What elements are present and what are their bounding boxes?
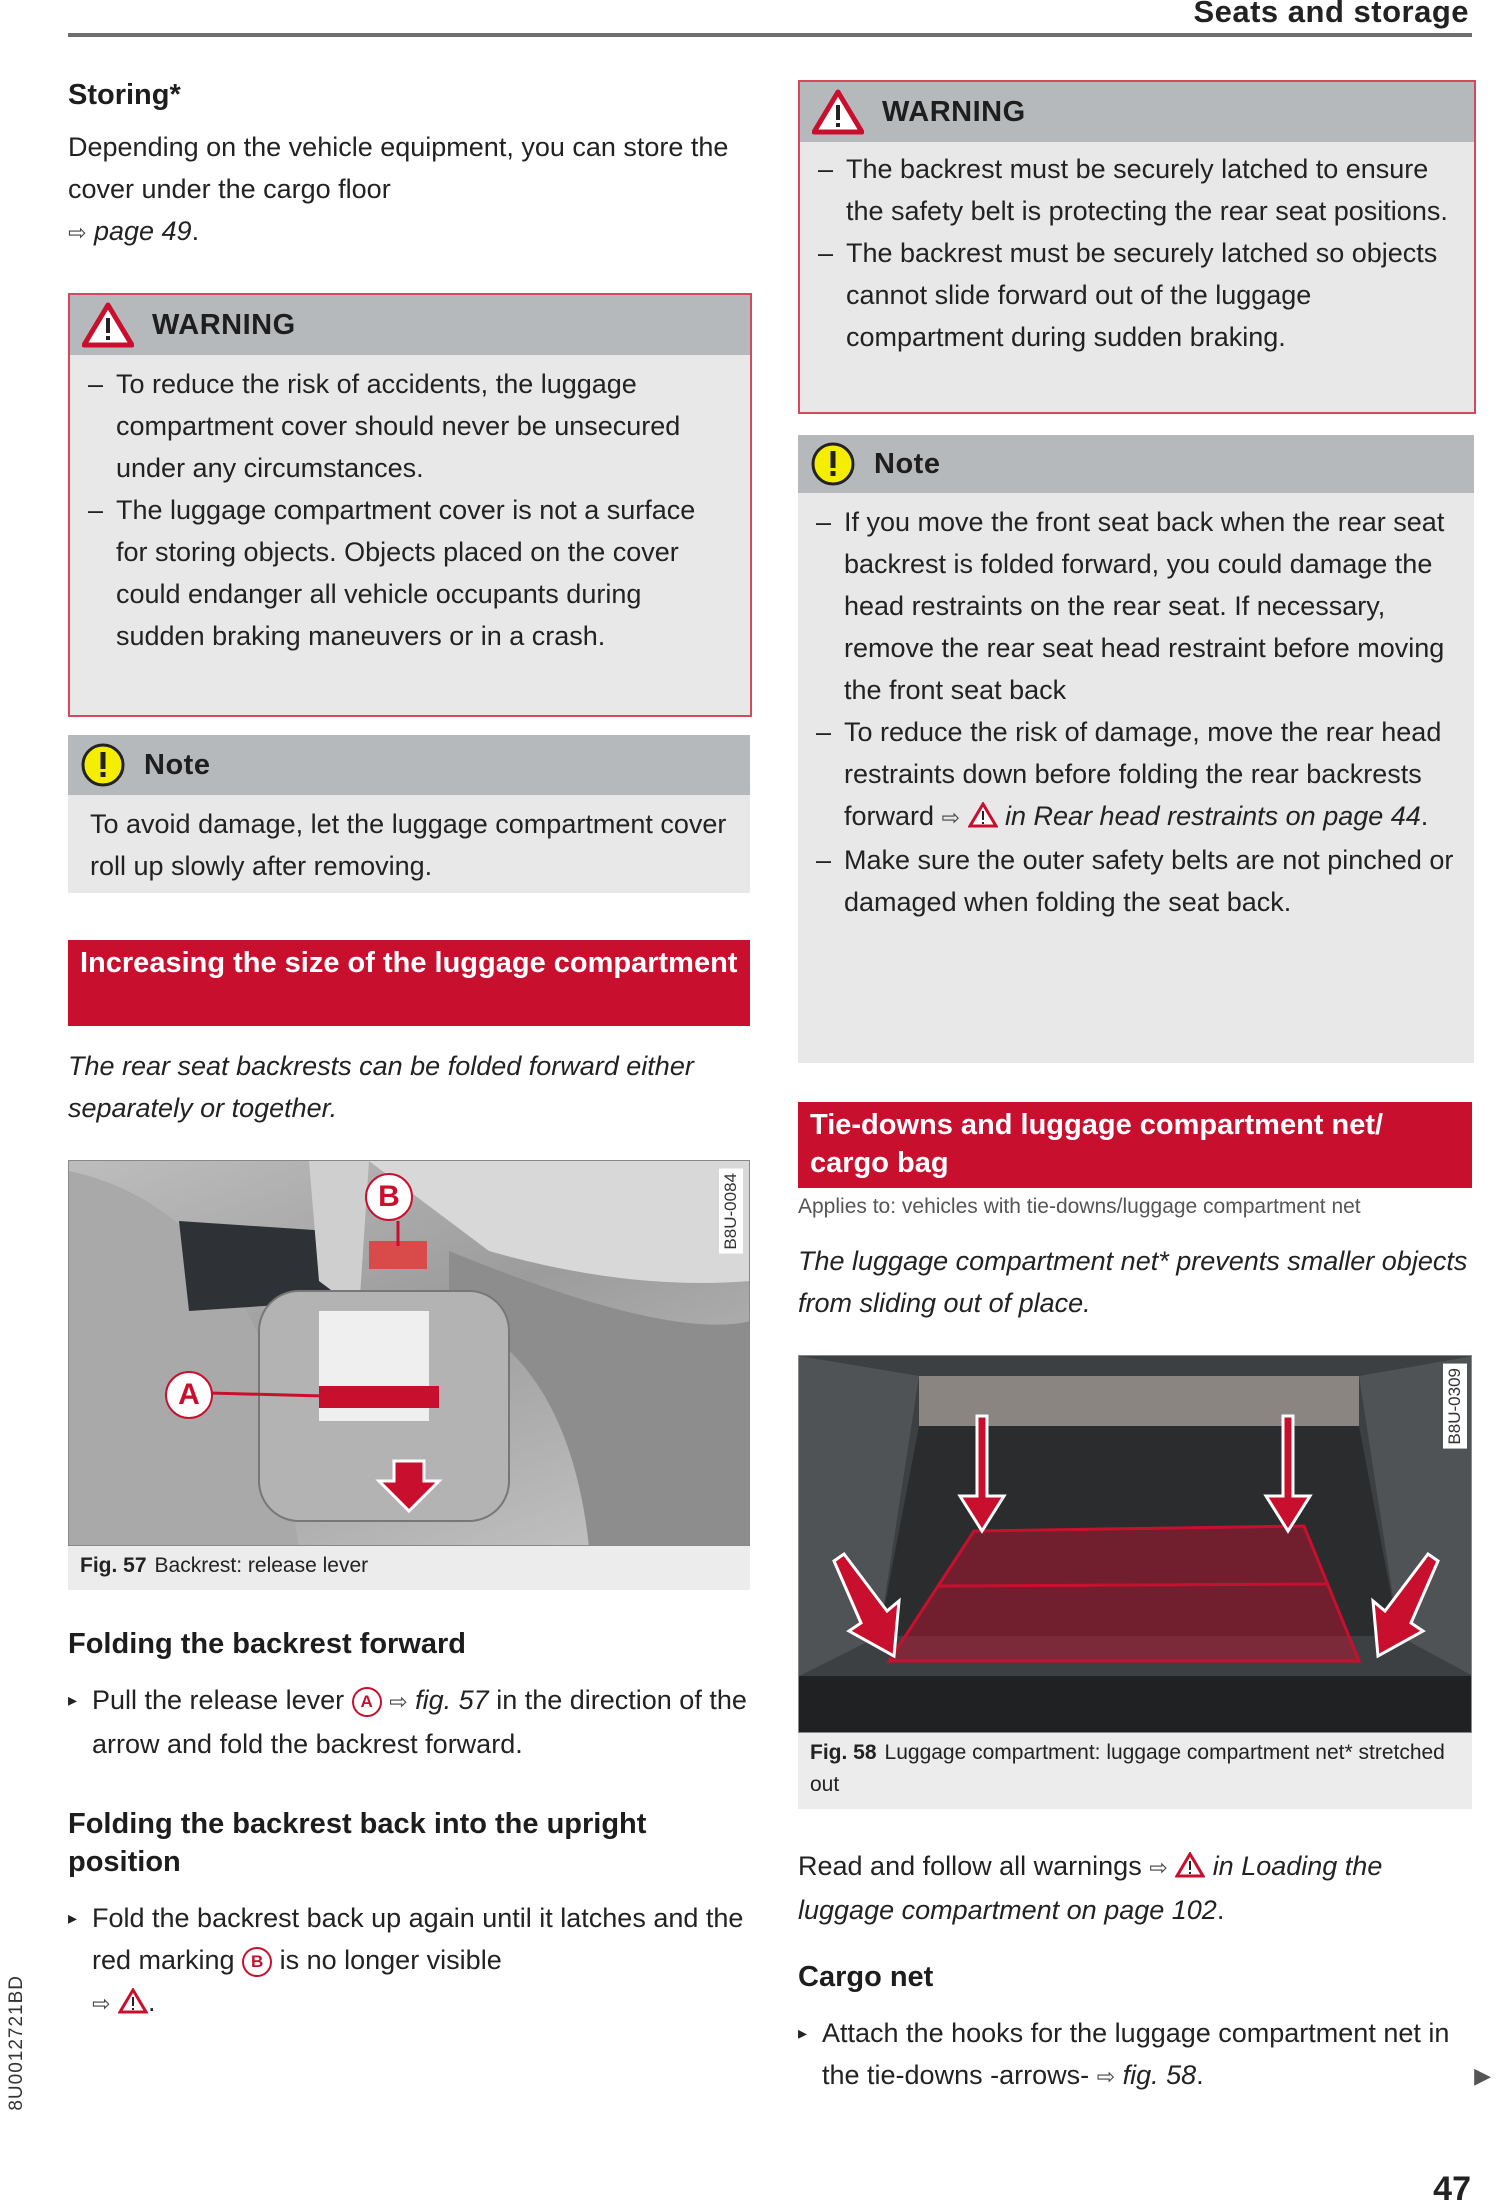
note-item: Make sure the outer safety belts are not…	[816, 839, 1454, 923]
note-box: Note To avoid damage, let the luggage co…	[68, 735, 750, 893]
note-label: Note	[874, 447, 941, 480]
step-bullet-icon: ▸	[798, 2023, 808, 2043]
step-bullet-icon: ▸	[68, 1690, 78, 1710]
fold-forward-step: ▸ Pull the release lever A ⇨ fig. 57 in …	[68, 1679, 748, 1765]
xref-arrow-icon: ⇨	[941, 805, 960, 830]
fold-back-section: Folding the backrest back into the uprig…	[68, 1805, 748, 2025]
xref-arrow-icon: ⇨	[92, 1991, 111, 2016]
section-intro: The luggage compartment net* prevents sm…	[798, 1246, 1468, 1318]
running-header: Seats and storage	[1193, 0, 1469, 29]
storing-section: Storing* Depending on the vehicle equipm…	[68, 76, 742, 254]
warning-label: WARNING	[152, 308, 296, 341]
warning-header: WARNING	[800, 82, 1474, 142]
fold-forward-heading: Folding the backrest forward	[68, 1628, 466, 1660]
cargo-net-illustration	[799, 1356, 1471, 1732]
warning-item: The backrest must be securely latched so…	[818, 232, 1454, 358]
cargo-net-section: Cargo net ▸ Attach the hooks for the lug…	[798, 1958, 1472, 2098]
figure-58-caption: Fig. 58 Luggage compartment: luggage comp…	[798, 1733, 1472, 1809]
warning-triangle-icon	[82, 302, 134, 348]
read-follow-text: Read and follow all warnings ⇨ in Loadin…	[798, 1851, 1383, 1925]
warning-item: The luggage compartment cover is not a s…	[88, 489, 730, 657]
fold-back-heading: Folding the backrest back into the uprig…	[68, 1808, 647, 1878]
figure-code: B8U-0309	[1443, 1364, 1467, 1449]
fold-back-step: ▸ Fold the backrest back up again until …	[68, 1897, 748, 2025]
xref-link[interactable]: page 49	[94, 216, 192, 246]
cargo-net-step: ▸ Attach the hooks for the luggage compa…	[798, 2012, 1472, 2098]
warning-link-icon[interactable]	[967, 802, 998, 828]
figure-57-caption: Fig. 57 Backrest: release lever	[68, 1546, 750, 1590]
continue-arrow-icon: ▶	[1474, 2063, 1491, 2088]
figure-58-image: B8U-0309	[798, 1355, 1472, 1733]
note-exclamation-icon	[81, 743, 125, 787]
warning-triangle-icon	[812, 89, 864, 135]
callout-b: B	[365, 1173, 413, 1221]
figure-code: B8U-0084	[719, 1169, 743, 1254]
fold-forward-section: Folding the backrest forward ▸ Pull the …	[68, 1625, 748, 1765]
xref-arrow-icon: ⇨	[1096, 2064, 1116, 2089]
warning-item: To reduce the risk of accidents, the lug…	[88, 363, 730, 489]
note-item: If you move the front seat back when the…	[816, 501, 1454, 711]
warning-label: WARNING	[882, 95, 1026, 128]
note-label: Note	[144, 748, 211, 781]
figure-link[interactable]: fig. 57	[415, 1685, 489, 1715]
warning-link-icon[interactable]	[1175, 1852, 1206, 1878]
warning-box: WARNING To reduce the risk of accidents,…	[68, 293, 752, 717]
callout-a: A	[165, 1371, 213, 1419]
section-intro: The rear seat backrests can be folded fo…	[68, 1051, 694, 1123]
applies-to-note: Applies to: vehicles with tie-downs/lugg…	[798, 1195, 1361, 1218]
document-code: 8U0012721BD	[6, 1975, 27, 2111]
note-exclamation-icon	[811, 442, 855, 486]
warning-header: WARNING	[70, 295, 750, 355]
warning-link-icon[interactable]	[117, 1988, 148, 2014]
warning-box: WARNING The backrest must be securely la…	[798, 80, 1476, 414]
figure-number: Fig. 57	[80, 1554, 147, 1577]
figure-number: Fig. 58	[810, 1741, 877, 1764]
section-heading: Increasing the size of the luggage compa…	[68, 940, 750, 1026]
xref-link[interactable]: in Rear head restraints on page 44	[1005, 801, 1421, 831]
marker-a: A	[351, 1687, 382, 1717]
note-header: Note	[68, 735, 750, 795]
storing-text: Depending on the vehicle equipment, you …	[68, 132, 729, 246]
marker-b: B	[242, 1947, 273, 1977]
storing-heading: Storing*	[68, 79, 181, 111]
note-header: Note	[798, 435, 1474, 493]
xref-arrow-icon: ⇨	[389, 1689, 408, 1714]
cargo-net-heading: Cargo net	[798, 1961, 934, 1993]
warning-item: The backrest must be securely latched to…	[818, 148, 1454, 232]
seat-illustration	[69, 1161, 749, 1545]
figure-link[interactable]: fig. 58	[1123, 2060, 1197, 2090]
note-item: To reduce the risk of damage, move the r…	[816, 711, 1454, 839]
xref-arrow-icon: ⇨	[68, 220, 87, 245]
xref-arrow-icon: ⇨	[1149, 1855, 1168, 1880]
figure-57-image: B A B8U-0084	[68, 1160, 750, 1546]
header-rule	[68, 33, 1472, 37]
step-bullet-icon: ▸	[68, 1908, 78, 1928]
section-heading: Tie-downs and luggage compartment net/ c…	[798, 1102, 1472, 1188]
note-text: To avoid damage, let the luggage compart…	[90, 809, 727, 881]
note-box: Note If you move the front seat back whe…	[798, 435, 1474, 1063]
page-number: 47	[1433, 2170, 1471, 2208]
